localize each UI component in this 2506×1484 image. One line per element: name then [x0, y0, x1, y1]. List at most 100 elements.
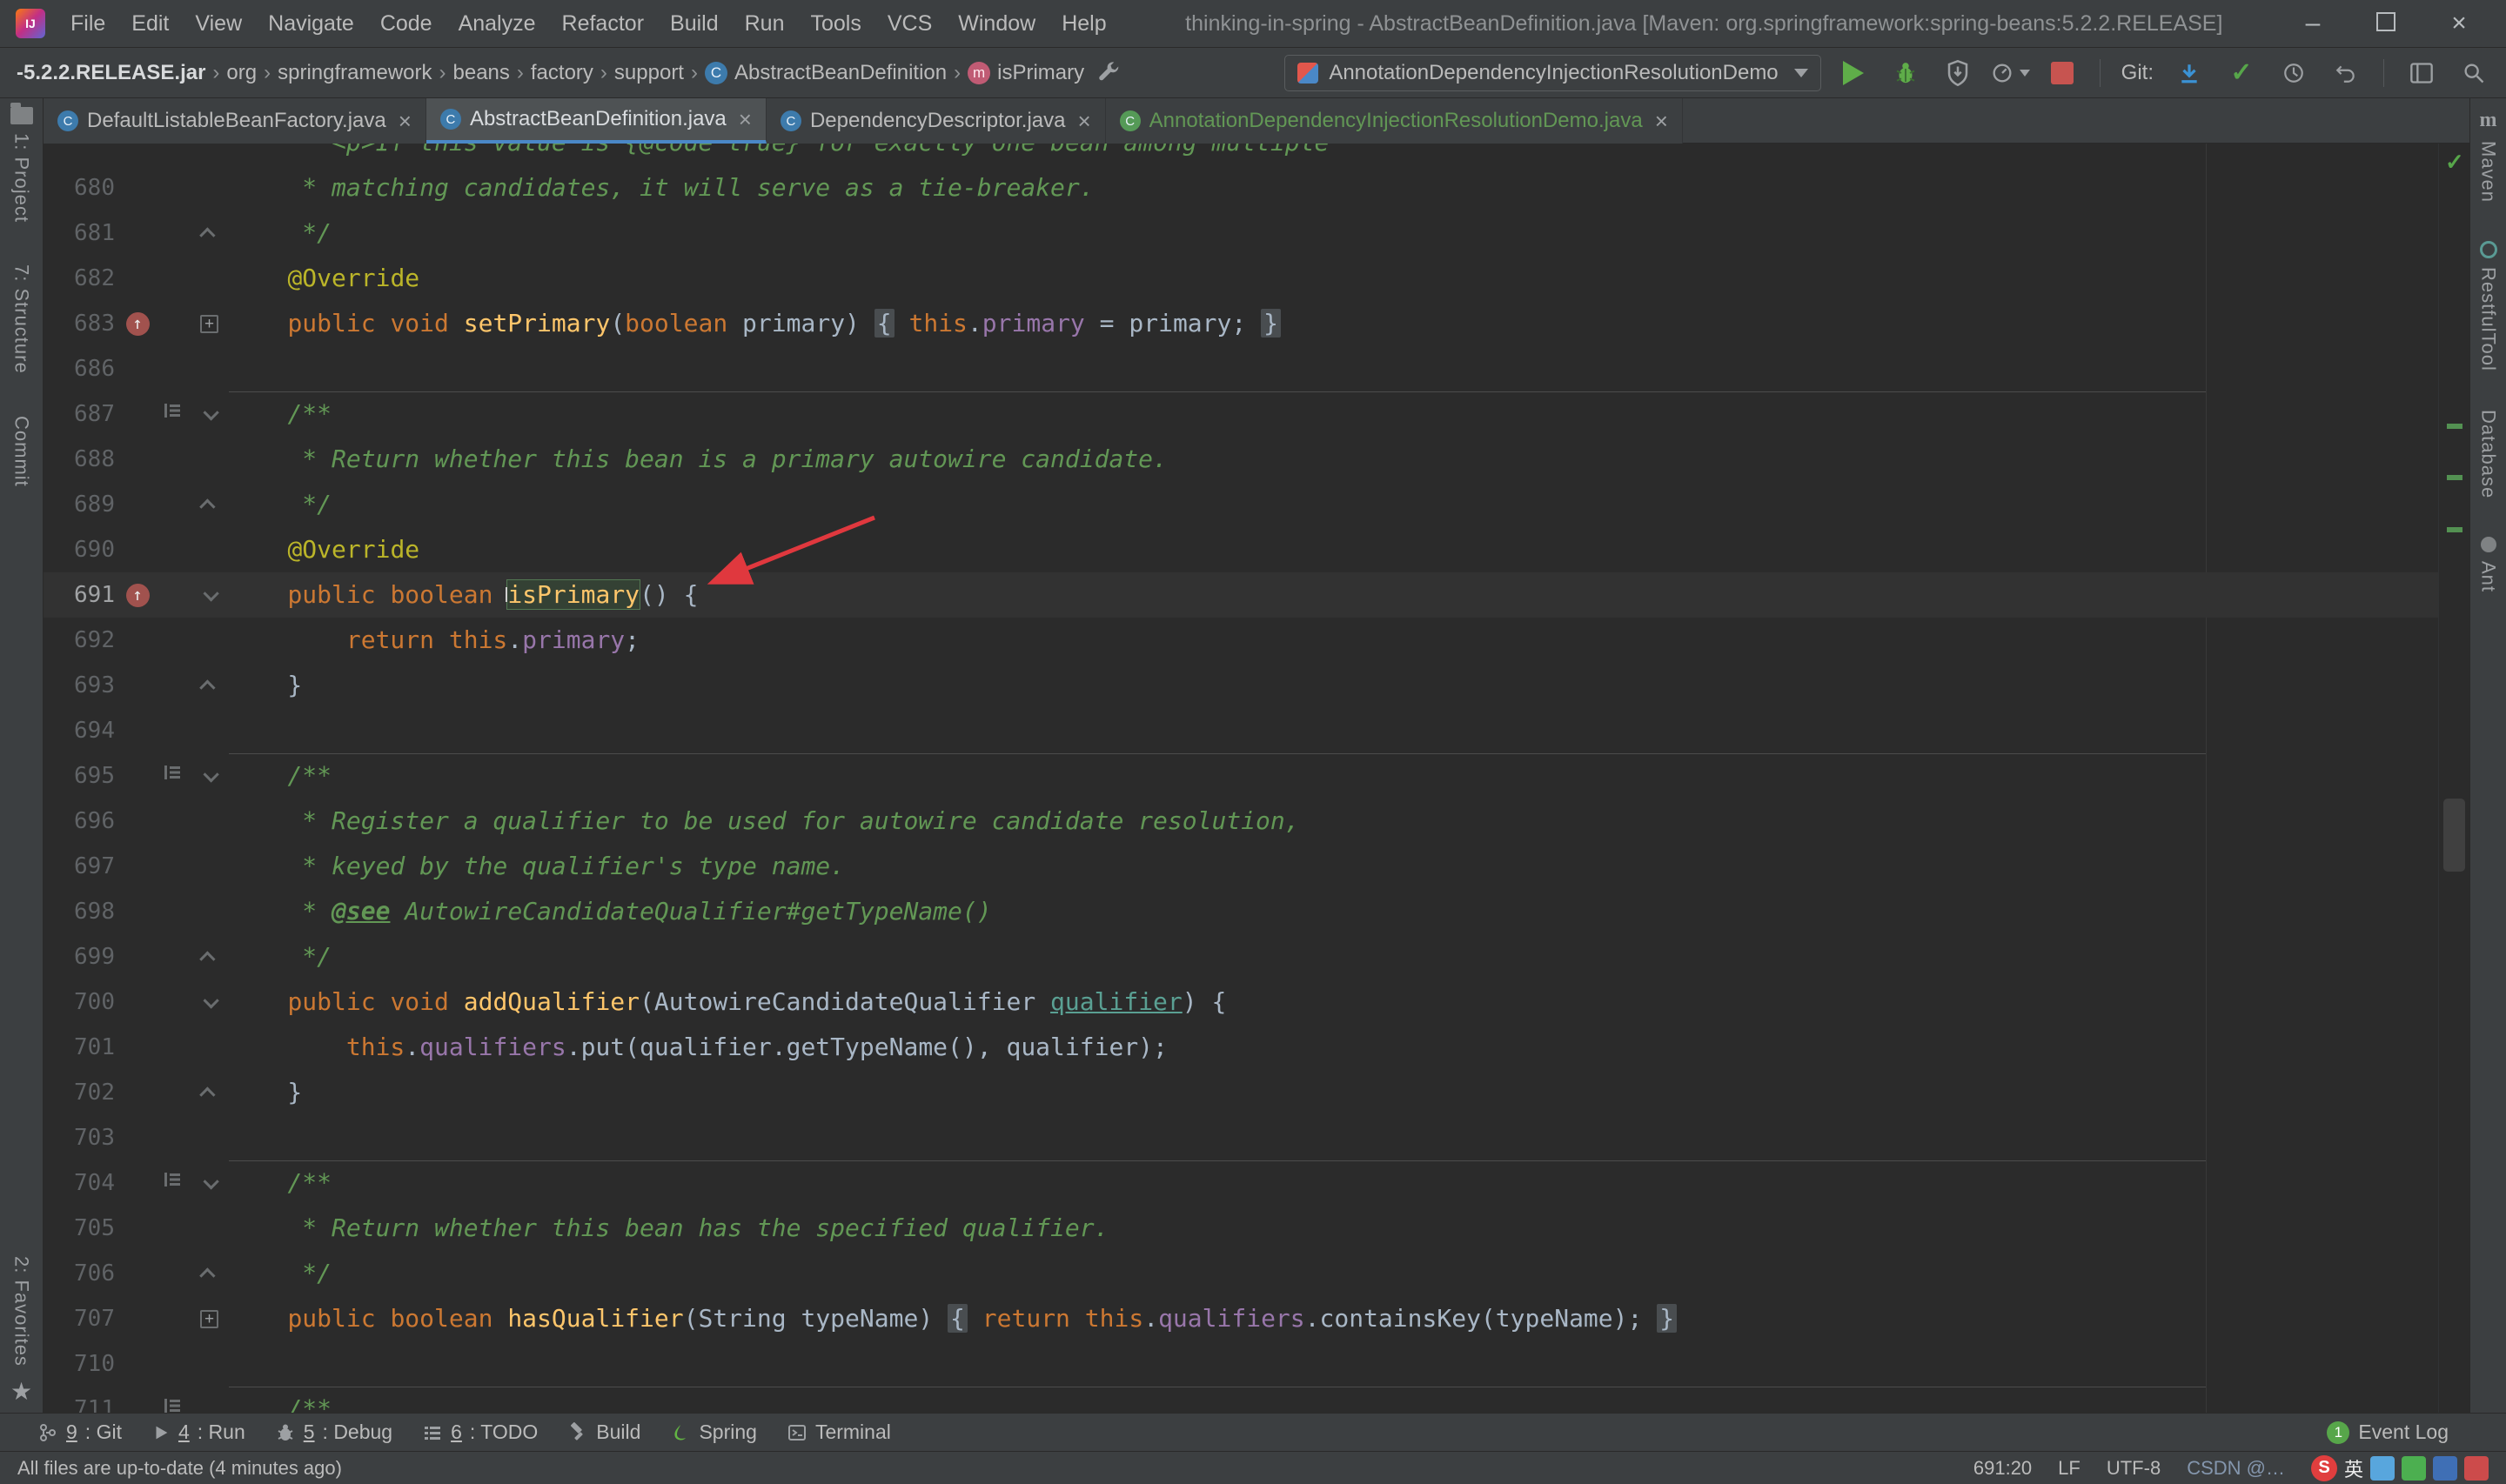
- fold-collapse-icon[interactable]: [203, 765, 219, 783]
- tool-stripe-maven[interactable]: m Maven: [2477, 109, 2500, 203]
- line-separator[interactable]: LF: [2058, 1457, 2081, 1480]
- tool-stripe-restfultool[interactable]: RestfulTool: [2477, 241, 2500, 371]
- tool-stripe-ant[interactable]: Ant: [2477, 537, 2500, 592]
- toolwindow-button-run[interactable]: 4: Run: [137, 1420, 260, 1444]
- scrollbar-thumb[interactable]: [2443, 799, 2465, 872]
- close-tab-icon[interactable]: ×: [399, 108, 412, 135]
- fold-end-icon[interactable]: [199, 1086, 216, 1103]
- favorites-star-icon[interactable]: ★: [10, 1377, 32, 1406]
- editor-tab-abstractbeandefinition-java[interactable]: C AbstractBeanDefinition.java ×: [425, 98, 767, 144]
- fold-collapse-icon[interactable]: [203, 1173, 219, 1190]
- debug-icon: [275, 1422, 296, 1443]
- emoji-icon[interactable]: [2402, 1455, 2426, 1481]
- breadcrumb-item-5-2-2-release-jar[interactable]: -5.2.2.RELEASE.jar: [12, 61, 210, 85]
- fold-collapse-icon[interactable]: [203, 585, 219, 602]
- close-tab-icon[interactable]: ×: [1655, 108, 1668, 135]
- toolwindow-button-spring[interactable]: Spring: [655, 1420, 771, 1444]
- fold-expand-icon[interactable]: +: [200, 314, 218, 333]
- history-button[interactable]: [2274, 54, 2314, 92]
- menu-code[interactable]: Code: [367, 0, 446, 48]
- file-encoding[interactable]: UTF-8: [2107, 1457, 2161, 1480]
- fold-end-icon[interactable]: [199, 498, 216, 515]
- coverage-button[interactable]: [1938, 54, 1978, 92]
- overriding-method-icon[interactable]: ↑: [125, 583, 150, 607]
- run-button[interactable]: [1833, 54, 1873, 92]
- fold-end-icon[interactable]: [199, 678, 216, 696]
- debug-button[interactable]: [1886, 54, 1926, 92]
- maximize-button[interactable]: [2362, 9, 2410, 38]
- close-button[interactable]: ×: [2435, 9, 2483, 38]
- toolwindow-button-debug[interactable]: 5: Debug: [260, 1420, 407, 1444]
- vcs-commit-button[interactable]: ✓: [2221, 54, 2261, 92]
- menu-view[interactable]: View: [182, 0, 255, 48]
- overriding-method-icon[interactable]: ↑: [125, 311, 150, 336]
- menu-run[interactable]: Run: [732, 0, 798, 48]
- profiler-button[interactable]: [1990, 54, 2030, 92]
- tool-stripe-commit[interactable]: Commit: [10, 416, 33, 487]
- menu-refactor[interactable]: Refactor: [549, 0, 657, 48]
- wrench-icon[interactable]: [1089, 54, 1129, 92]
- breadcrumb-item-abstractbeandefinition[interactable]: C AbstractBeanDefinition: [700, 61, 951, 85]
- vcs-update-button[interactable]: [2169, 54, 2209, 92]
- stop-button[interactable]: [2042, 54, 2082, 92]
- toolbox-icon[interactable]: [2464, 1455, 2489, 1481]
- editor-tab-dependencydescriptor-java[interactable]: C DependencyDescriptor.java ×: [766, 98, 1106, 144]
- code-area[interactable]: * <p>If this value is {@code true} for e…: [44, 144, 2438, 1413]
- tool-stripe-2-favorites[interactable]: 2: Favorites: [10, 1256, 33, 1367]
- rollback-button[interactable]: [2326, 54, 2366, 92]
- code-text: * Return whether this bean has the speci…: [229, 1213, 1109, 1242]
- fold-expand-icon[interactable]: +: [200, 1309, 218, 1328]
- code-text: * keyed by the qualifier's type name.: [229, 852, 846, 880]
- toolwindow-button-build[interactable]: Build: [553, 1420, 655, 1444]
- close-tab-icon[interactable]: ×: [739, 106, 752, 133]
- event-log-button[interactable]: 1 Event Log: [2327, 1420, 2483, 1444]
- close-tab-icon[interactable]: ×: [1077, 108, 1090, 135]
- toggle-rendered-view-icon[interactable]: [161, 391, 184, 437]
- sogou-logo-icon[interactable]: S: [2310, 1454, 2337, 1481]
- menu-build[interactable]: Build: [657, 0, 732, 48]
- code-editor[interactable]: * <p>If this value is {@code true} for e…: [44, 144, 2469, 1413]
- breadcrumb-item-beans[interactable]: beans: [449, 61, 514, 85]
- menu-edit[interactable]: Edit: [118, 0, 182, 48]
- skin-icon[interactable]: [2433, 1455, 2457, 1481]
- keyboard-icon[interactable]: [2370, 1455, 2395, 1481]
- breadcrumb-item-org[interactable]: org: [222, 61, 261, 85]
- breadcrumb-item-factory[interactable]: factory: [526, 61, 598, 85]
- inspection-ok-icon[interactable]: ✓: [2445, 149, 2464, 176]
- toolwindow-button-todo[interactable]: 6: TODO: [407, 1420, 553, 1444]
- menu-help[interactable]: Help: [1049, 0, 1119, 48]
- toggle-rendered-view-icon[interactable]: [161, 1387, 184, 1413]
- menu-file[interactable]: File: [57, 0, 118, 48]
- fold-end-icon[interactable]: [199, 226, 216, 244]
- editor-tab-annotationdependencyinjectionresolutiondemo-java[interactable]: C AnnotationDependencyInjectionResolution…: [1105, 98, 1683, 144]
- search-everywhere-button[interactable]: [2454, 54, 2494, 92]
- toggle-rendered-view-icon[interactable]: [161, 753, 184, 799]
- tool-stripe-1-project[interactable]: 1: Project: [10, 103, 33, 223]
- tool-stripe-7-structure[interactable]: 7: Structure: [10, 264, 33, 374]
- editor-tab-defaultlistablebeanfactory-java[interactable]: C DefaultListableBeanFactory.java ×: [44, 98, 426, 144]
- breadcrumb-item-isprimary[interactable]: m isPrimary: [963, 61, 1089, 85]
- menu-window[interactable]: Window: [945, 0, 1049, 48]
- ime-language-indicator[interactable]: 英: [2344, 1454, 2363, 1482]
- breadcrumb-item-springframework[interactable]: springframework: [273, 61, 436, 85]
- layout-button[interactable]: [2402, 54, 2442, 92]
- menu-analyze[interactable]: Analyze: [446, 0, 549, 48]
- menu-vcs[interactable]: VCS: [874, 0, 945, 48]
- run-configuration-select[interactable]: AnnotationDependencyInjectionResolutionD…: [1284, 54, 1821, 91]
- line-number: 682: [74, 265, 115, 291]
- caret-position[interactable]: 691:20: [1973, 1457, 2032, 1480]
- breadcrumb-item-support[interactable]: support: [610, 61, 688, 85]
- fold-end-icon[interactable]: [199, 1267, 216, 1284]
- editor-scrollbar[interactable]: ✓: [2438, 144, 2469, 1413]
- fold-collapse-icon[interactable]: [203, 404, 219, 421]
- toolbar-separator: [2099, 58, 2101, 87]
- toolwindow-button-terminal[interactable]: Terminal: [772, 1420, 906, 1444]
- tool-stripe-database[interactable]: Database: [2477, 410, 2500, 498]
- menu-tools[interactable]: Tools: [797, 0, 874, 48]
- toggle-rendered-view-icon[interactable]: [161, 1160, 184, 1206]
- fold-collapse-icon[interactable]: [203, 992, 219, 1009]
- fold-end-icon[interactable]: [199, 950, 216, 967]
- toolwindow-button-git[interactable]: 9: Git: [23, 1420, 137, 1444]
- menu-navigate[interactable]: Navigate: [255, 0, 367, 48]
- minimize-button[interactable]: –: [2288, 9, 2337, 38]
